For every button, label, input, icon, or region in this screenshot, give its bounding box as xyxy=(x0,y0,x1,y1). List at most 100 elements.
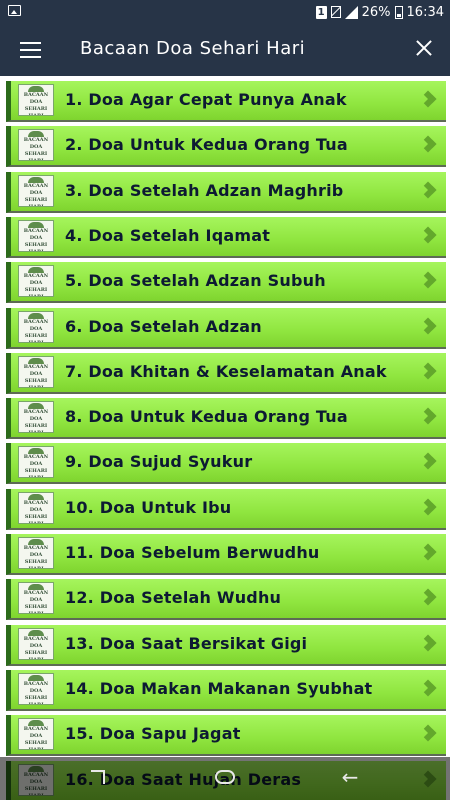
logo-text: DOA xyxy=(29,99,43,105)
list-item-label: 4. Doa Setelah Iqamat xyxy=(65,225,271,245)
app-bar: Bacaan Doa Sehari Hari xyxy=(0,24,450,76)
app-logo-thumbnail: BACAANDOASEHARI HARI xyxy=(18,718,54,751)
logo-text: BACAAN xyxy=(23,726,49,733)
list-item[interactable]: BACAAN DOA SEHARI HARI 9. Doa Sujud Syukur xyxy=(6,443,446,485)
list-item-label: 7. Doa Khitan & Keselamatan Anak xyxy=(65,361,387,381)
list-item[interactable]: BACAAN DOA SEHARI HARI 6. Doa Setelah Adzan xyxy=(6,307,446,349)
logo-text: DOA xyxy=(29,189,43,196)
list-item-label: 2. Doa Untuk Kedua Orang Tua xyxy=(65,135,348,155)
list-item-label: 1. Doa Agar Cepat Punya Anak xyxy=(65,90,347,109)
logo-text: DOA xyxy=(29,506,43,513)
logo-text: SEHARI HARI xyxy=(24,649,48,660)
list-item[interactable]: BACAAN DOA SEHARI HARI 8. Doa Untuk Kedua O… xyxy=(6,398,446,440)
app-logo-thumbnail: BACAANDOASEHARI HARI xyxy=(18,446,54,479)
sim-slot-icon: 1 xyxy=(315,5,327,19)
chevron-right-icon xyxy=(420,407,440,429)
chevron-right-icon xyxy=(420,362,440,384)
logo-text: DOA xyxy=(29,642,43,649)
list-item-label: 6. Doa Setelah Adzan xyxy=(65,316,262,336)
list-item[interactable]: BACAAN DOA SEHARI HARI 12. Doa Setelah Wudh… xyxy=(6,579,446,621)
logo-text: BACAAN xyxy=(23,273,49,280)
battery-icon xyxy=(394,5,403,19)
app-logo-thumbnail: BACAANDOASEHARI HARI xyxy=(18,310,54,343)
chevron-right-icon xyxy=(420,452,440,474)
recent-apps-icon[interactable] xyxy=(88,765,112,789)
status-bar: 1 26% 16:34 xyxy=(0,0,450,24)
app-logo-thumbnail: BACAANDOASEHARI HARI xyxy=(18,627,54,660)
status-icons: 1 26% 16:34 xyxy=(315,3,444,21)
list-item-label: 14. Doa Makan Makanan Syubhat xyxy=(65,678,373,698)
logo-text: BACAAN xyxy=(23,137,49,144)
chevron-right-icon xyxy=(420,317,440,339)
list-item[interactable]: BACAAN DOA SEHARI HARI 13. Doa Saat Bersika… xyxy=(6,624,446,666)
navigation-bar: ← xyxy=(0,757,450,800)
logo-text: DOA xyxy=(29,597,43,604)
app-logo-thumbnail: BACAANDOASEHARI HARI xyxy=(18,401,54,434)
list-item[interactable]: BACAAN DOA SEHARI HARI 1. Doa Agar Cepat Pu… xyxy=(6,81,446,122)
chevron-right-icon xyxy=(420,90,440,112)
logo-text: SEHARI HARI xyxy=(24,196,48,207)
logo-text: BACAAN xyxy=(23,92,49,98)
logo-text: BACAAN xyxy=(23,680,49,687)
app-logo-thumbnail: BACAANDOASEHARI HARI xyxy=(18,129,54,162)
logo-text: SEHARI HARI xyxy=(24,241,48,252)
list-item[interactable]: BACAAN DOA SEHARI HARI 2. Doa Untuk Kedua O… xyxy=(6,126,446,168)
list-item-label: 15. Doa Sapu Jagat xyxy=(65,724,241,744)
hamburger-menu-icon[interactable] xyxy=(20,42,41,58)
app-logo-thumbnail: BACAANDOASEHARI HARI xyxy=(18,355,54,388)
logo-text: DOA xyxy=(29,234,43,241)
logo-text: DOA xyxy=(29,370,43,377)
logo-text: SEHARI HARI xyxy=(24,468,48,479)
list-item-label: 13. Doa Saat Bersikat Gigi xyxy=(65,633,308,653)
chevron-right-icon xyxy=(420,181,440,203)
logo-text: SEHARI HARI xyxy=(24,513,48,524)
chevron-right-icon xyxy=(420,588,440,610)
chevron-right-icon xyxy=(420,135,440,157)
list-item[interactable]: BACAAN DOA SEHARI HARI 11. Doa Sebelum Berw… xyxy=(6,534,446,575)
chevron-right-icon xyxy=(420,271,440,293)
back-arrow-icon[interactable]: ← xyxy=(338,765,362,789)
battery-percent: 26% xyxy=(361,4,391,20)
list-item[interactable]: BACAAN DOA SEHARI HARI 4. Doa Setelah Iqama… xyxy=(6,216,446,258)
app-logo-thumbnail: BACAANDOASEHARI HARI xyxy=(18,219,54,252)
list-item[interactable]: BACAAN DOA SEHARI HARI 7. Doa Khitan & Kese… xyxy=(6,352,446,394)
app-logo-thumbnail: BACAANDOASEHARI HARI xyxy=(18,537,54,569)
logo-text: BACAAN xyxy=(23,363,49,370)
list-item[interactable]: BACAAN DOA SEHARI HARI 3. Doa Setelah Adzan… xyxy=(6,171,446,213)
logo-text: DOA xyxy=(29,144,43,151)
chevron-right-icon xyxy=(420,226,440,248)
logo-text: SEHARI HARI xyxy=(24,151,48,162)
logo-text: DOA xyxy=(29,325,43,332)
logo-text: DOA xyxy=(29,416,43,423)
list-item-label: 3. Doa Setelah Adzan Maghrib xyxy=(65,180,344,200)
close-icon[interactable] xyxy=(412,36,436,60)
image-notification-icon xyxy=(8,5,21,16)
doa-list[interactable]: BACAAN DOA SEHARI HARI 1. Doa Agar Cepat Pu… xyxy=(0,76,450,800)
logo-text: DOA xyxy=(29,280,43,287)
status-time: 16:34 xyxy=(406,4,444,20)
list-item[interactable]: BACAAN DOA SEHARI HARI 14. Doa Makan Makana… xyxy=(6,669,446,711)
logo-text: SEHARI HARI xyxy=(24,740,48,751)
list-item-label: 10. Doa Untuk Ibu xyxy=(65,497,232,517)
logo-text: BACAAN xyxy=(23,499,49,506)
signal-icon xyxy=(344,5,358,19)
list-item[interactable]: BACAAN DOA SEHARI HARI 5. Doa Setelah Adzan… xyxy=(6,262,446,304)
logo-text: SEHARI HARI xyxy=(24,694,48,705)
list-item[interactable]: BACAAN DOA SEHARI HARI 15. Doa Sapu Jagat xyxy=(6,715,446,757)
chevron-right-icon xyxy=(420,498,440,520)
logo-text: BACAAN xyxy=(23,454,49,461)
app-logo-thumbnail: BACAANDOASEHARI HARI xyxy=(18,582,54,615)
app-logo-thumbnail: BACAANDOASEHARI HARI xyxy=(18,491,54,524)
logo-text: SEHARI HARI xyxy=(24,332,48,343)
home-icon[interactable] xyxy=(213,765,237,789)
logo-text: DOA xyxy=(29,552,43,558)
logo-text: BACAAN xyxy=(23,409,49,416)
logo-text: SEHARI HARI xyxy=(24,377,48,388)
chevron-right-icon xyxy=(420,679,440,701)
logo-text: BACAAN xyxy=(23,545,49,551)
list-item[interactable]: BACAAN DOA SEHARI HARI 10. Doa Untuk Ibu xyxy=(6,488,446,530)
app-logo-thumbnail: BACAANDOASEHARI HARI xyxy=(18,265,54,298)
logo-text: BACAAN xyxy=(23,590,49,597)
list-item-label: 12. Doa Setelah Wudhu xyxy=(65,588,282,608)
app-logo-thumbnail: BACAANDOASEHARI HARI xyxy=(18,174,54,207)
